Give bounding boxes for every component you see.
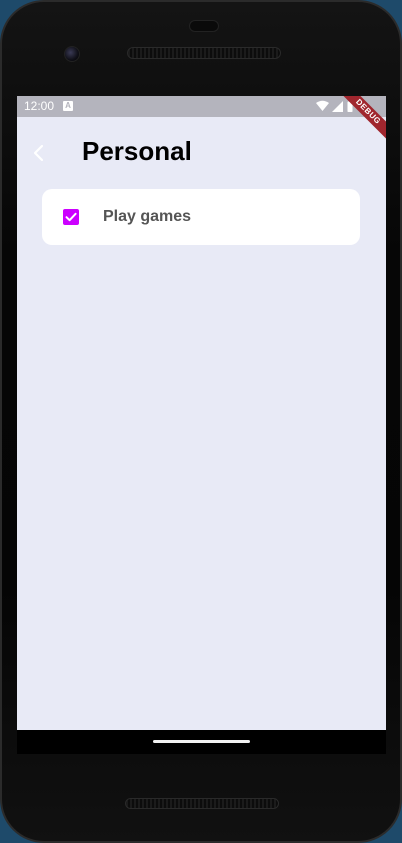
app-screen: 12:00 A DEBUG Personal Play games — [17, 96, 386, 730]
signal-icon — [332, 101, 343, 112]
top-sensor — [189, 20, 219, 32]
navigation-bar — [17, 730, 386, 754]
task-label: Play games — [103, 208, 192, 225]
a-icon: A — [63, 101, 73, 111]
top-speaker-grille — [127, 47, 281, 59]
status-bar: 12:00 A DEBUG — [17, 96, 386, 145]
page-title: Personal — [82, 136, 192, 166]
checkmark-icon — [65, 212, 77, 222]
task-checkbox[interactable] — [63, 209, 79, 225]
home-gesture-bar[interactable] — [153, 740, 250, 743]
app-bar: Personal — [17, 117, 386, 189]
wifi-icon — [316, 100, 329, 111]
bottom-speaker-grille — [125, 798, 279, 809]
back-button[interactable] — [27, 140, 53, 166]
status-time: 12:00 — [24, 99, 55, 113]
list-item[interactable]: Play games — [42, 189, 360, 245]
chevron-left-icon — [33, 144, 44, 162]
front-camera — [64, 46, 80, 62]
